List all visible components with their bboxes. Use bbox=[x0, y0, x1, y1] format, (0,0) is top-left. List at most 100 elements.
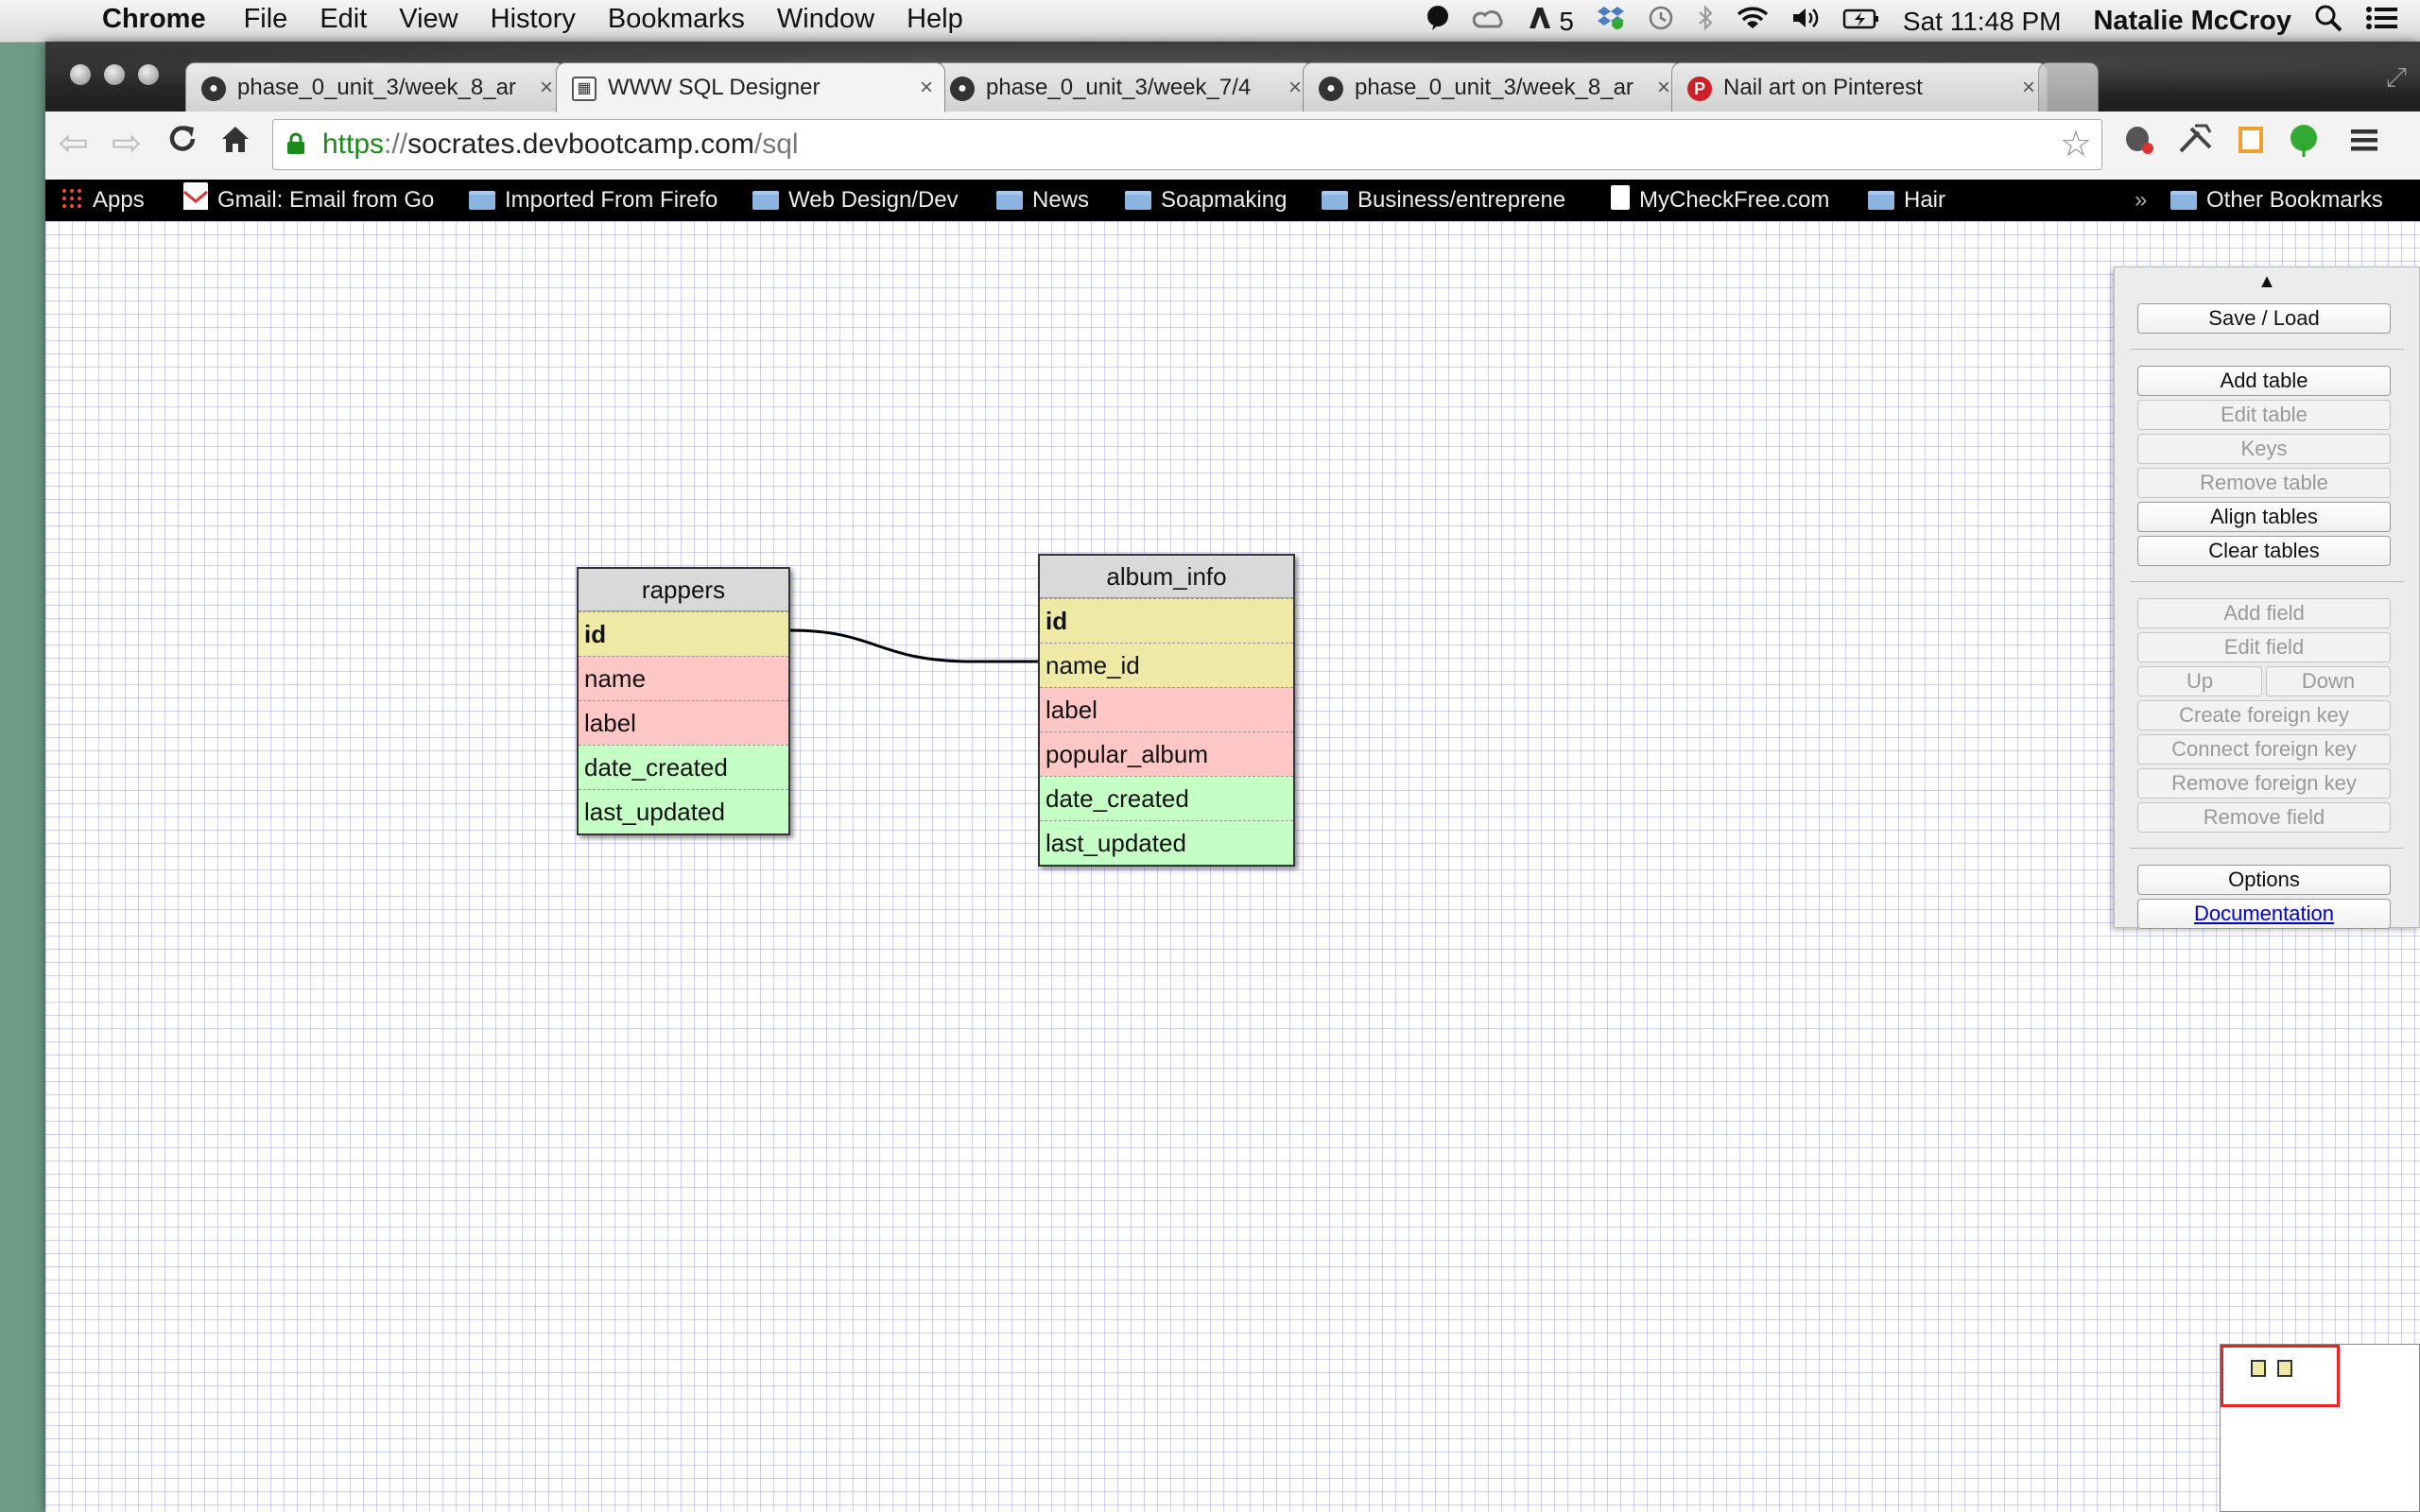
tab-sql-designer[interactable]: ▦ WWW SQL Designer × bbox=[556, 62, 945, 112]
reload-icon[interactable] bbox=[166, 123, 199, 164]
battery-icon[interactable] bbox=[1842, 7, 1880, 37]
remove-field-button[interactable]: Remove field bbox=[2137, 802, 2391, 833]
tab-github-week8-2[interactable]: ● phase_0_unit_3/week_8_ar × bbox=[1303, 62, 1683, 112]
bookmark-news[interactable]: News bbox=[996, 180, 1089, 221]
remove-foreign-key-button[interactable]: Remove foreign key bbox=[2137, 768, 2391, 799]
close-tab-icon[interactable]: × bbox=[920, 63, 933, 112]
evernote-extension-icon[interactable] bbox=[2121, 123, 2155, 169]
close-tab-icon[interactable]: × bbox=[540, 63, 553, 112]
bluetooth-icon[interactable] bbox=[1697, 5, 1714, 38]
notes-extension-icon[interactable] bbox=[2235, 123, 2267, 169]
close-window-icon[interactable] bbox=[70, 64, 91, 85]
add-table-button[interactable]: Add table bbox=[2137, 366, 2391, 396]
bookmark-mycheckfree[interactable]: MyCheckFree.com bbox=[1611, 180, 1829, 221]
add-field-button[interactable]: Add field bbox=[2137, 598, 2391, 628]
edit-table-button[interactable]: Edit table bbox=[2137, 400, 2391, 430]
home-icon[interactable] bbox=[219, 123, 251, 164]
address-bar[interactable]: https://socrates.devbootcamp.com/sql ☆ bbox=[272, 119, 2102, 170]
url-separator: :// bbox=[384, 129, 408, 160]
notification-center-icon[interactable] bbox=[2365, 5, 2399, 38]
documentation-link[interactable]: Documentation bbox=[2137, 899, 2391, 929]
menu-bookmarks[interactable]: Bookmarks bbox=[608, 4, 745, 35]
bookmark-imported-firefox[interactable]: Imported From Firefo bbox=[469, 180, 769, 221]
bookmark-star-icon[interactable]: ☆ bbox=[2060, 120, 2092, 169]
remove-table-button[interactable]: Remove table bbox=[2137, 468, 2391, 498]
bookmark-other-bookmarks[interactable]: Other Bookmarks bbox=[2170, 180, 2383, 221]
field-row[interactable]: label bbox=[579, 700, 788, 745]
bookmark-soapmaking[interactable]: Soapmaking bbox=[1125, 180, 1287, 221]
menu-file[interactable]: File bbox=[244, 4, 288, 35]
move-up-button[interactable]: Up bbox=[2137, 666, 2262, 696]
bookmark-apps[interactable]: Apps bbox=[60, 180, 145, 221]
table-title[interactable]: rappers bbox=[579, 569, 788, 611]
move-down-button[interactable]: Down bbox=[2266, 666, 2391, 696]
tab-github-week7[interactable]: ● phase_0_unit_3/week_7/4 × bbox=[934, 62, 1314, 112]
field-row[interactable]: id bbox=[579, 611, 788, 656]
field-row[interactable]: date_created bbox=[579, 745, 788, 789]
table-rappers[interactable]: rappers id name label date_created last_… bbox=[577, 567, 790, 835]
table-title[interactable]: album_info bbox=[1040, 556, 1293, 598]
menu-window[interactable]: Window bbox=[777, 4, 874, 35]
close-tab-icon[interactable]: × bbox=[1657, 63, 1670, 112]
bookmark-label: Other Bookmarks bbox=[2206, 187, 2383, 213]
save-load-button[interactable]: Save / Load bbox=[2137, 303, 2391, 334]
back-arrow-icon[interactable]: ⇦ bbox=[59, 123, 89, 164]
adobe-icon[interactable]: 5 bbox=[1528, 6, 1574, 37]
align-tables-button[interactable]: Align tables bbox=[2137, 502, 2391, 532]
new-tab-button[interactable] bbox=[2038, 62, 2099, 112]
gmail-icon bbox=[183, 182, 208, 210]
forward-arrow-icon[interactable]: ⇨ bbox=[112, 123, 142, 164]
canvas-minimap[interactable] bbox=[2220, 1344, 2420, 1512]
menu-help[interactable]: Help bbox=[907, 4, 963, 35]
menu-history[interactable]: History bbox=[491, 4, 576, 35]
bookmark-label: News bbox=[1032, 187, 1090, 213]
menu-edit[interactable]: Edit bbox=[320, 4, 367, 35]
bookmark-label: Business/entreprene bbox=[1357, 187, 1566, 213]
minimize-window-icon[interactable] bbox=[104, 64, 125, 85]
bookmark-business[interactable]: Business/entreprene bbox=[1322, 180, 1628, 221]
bookmarks-overflow-chevron[interactable]: » bbox=[2135, 180, 2147, 221]
tools-extension-icon[interactable] bbox=[2178, 123, 2214, 169]
bookmark-web-design[interactable]: Web Design/Dev bbox=[752, 180, 959, 221]
menu-app-name[interactable]: Chrome bbox=[102, 4, 206, 35]
panel-divider bbox=[2130, 848, 2404, 849]
creative-cloud-icon[interactable] bbox=[1472, 7, 1505, 37]
evernote-icon[interactable] bbox=[1426, 5, 1450, 38]
sql-designer-canvas[interactable]: rappers id name label date_created last_… bbox=[45, 221, 2420, 1512]
leaf-extension-icon[interactable] bbox=[2288, 123, 2320, 171]
tab-github-week8[interactable]: ● phase_0_unit_3/week_8_ar × bbox=[185, 62, 565, 112]
collapse-triangle-icon[interactable]: ▲ bbox=[2115, 271, 2419, 293]
field-row[interactable]: popular_album bbox=[1040, 731, 1293, 776]
bookmark-hair[interactable]: Hair bbox=[1868, 180, 1945, 221]
menu-clock[interactable]: Sat 11:48 PM bbox=[1903, 7, 2062, 37]
options-button[interactable]: Options bbox=[2137, 865, 2391, 895]
volume-icon[interactable] bbox=[1791, 6, 1820, 37]
fullscreen-icon[interactable]: ⤢ bbox=[2386, 62, 2407, 94]
zoom-window-icon[interactable] bbox=[138, 64, 159, 85]
field-row[interactable]: last_updated bbox=[1040, 820, 1293, 865]
close-tab-icon[interactable]: × bbox=[2022, 63, 2035, 112]
time-machine-icon[interactable] bbox=[1648, 5, 1674, 38]
field-row[interactable]: date_created bbox=[1040, 776, 1293, 820]
create-foreign-key-button[interactable]: Create foreign key bbox=[2137, 700, 2391, 730]
tab-title: phase_0_unit_3/week_7/4 bbox=[986, 75, 1252, 100]
wifi-icon[interactable] bbox=[1737, 6, 1769, 37]
connect-foreign-key-button[interactable]: Connect foreign key bbox=[2137, 734, 2391, 765]
keys-button[interactable]: Keys bbox=[2137, 434, 2391, 464]
close-tab-icon[interactable]: × bbox=[1288, 63, 1302, 112]
field-row[interactable]: name_id bbox=[1040, 643, 1293, 687]
clear-tables-button[interactable]: Clear tables bbox=[2137, 536, 2391, 566]
edit-field-button[interactable]: Edit field bbox=[2137, 632, 2391, 662]
spotlight-search-icon[interactable] bbox=[2314, 4, 2342, 39]
table-album-info[interactable]: album_info id name_id label popular_albu… bbox=[1038, 554, 1295, 867]
field-row[interactable]: label bbox=[1040, 687, 1293, 731]
bookmark-gmail[interactable]: Gmail: Email from Go bbox=[183, 180, 467, 221]
field-row[interactable]: last_updated bbox=[579, 789, 788, 833]
tab-pinterest[interactable]: P Nail art on Pinterest × bbox=[1671, 62, 2048, 112]
menu-user-name[interactable]: Natalie McCroy bbox=[2093, 6, 2291, 37]
dropbox-icon[interactable] bbox=[1597, 5, 1625, 38]
field-row[interactable]: id bbox=[1040, 598, 1293, 643]
field-row[interactable]: name bbox=[579, 656, 788, 700]
chrome-menu-icon[interactable] bbox=[2348, 123, 2380, 168]
menu-view[interactable]: View bbox=[399, 4, 458, 35]
